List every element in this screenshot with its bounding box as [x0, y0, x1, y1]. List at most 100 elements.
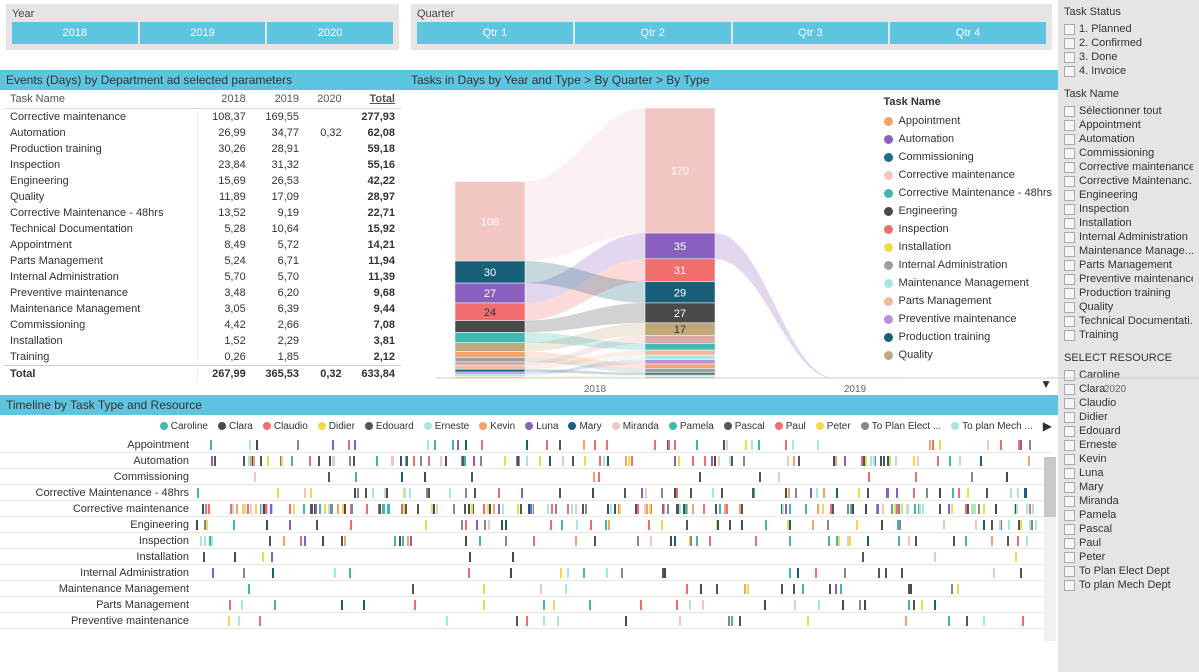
year-btn-2018[interactable]: 2018	[12, 22, 138, 44]
legend-dot-icon	[525, 422, 533, 430]
table-row[interactable]: Appointment8,495,7214,21	[4, 237, 401, 253]
sankey-chart[interactable]: 1083027241703531292717 Task Name Appoint…	[405, 90, 1058, 395]
legend-item[interactable]: Quality	[884, 346, 1052, 364]
task-status-item[interactable]: 4. Invoice	[1064, 64, 1193, 78]
quarter-btn-qtr1[interactable]: Qtr 1	[417, 22, 573, 44]
resource-item[interactable]: Pascal	[1064, 522, 1193, 536]
resource-item[interactable]: Luna	[1064, 466, 1193, 480]
table-row[interactable]: Technical Documentation5,2810,6415,92	[4, 221, 401, 237]
timeline-legend-item[interactable]: Didier	[318, 421, 355, 432]
legend-item[interactable]: Internal Administration	[884, 256, 1052, 274]
quarter-btn-qtr4[interactable]: Qtr 4	[890, 22, 1046, 44]
checkbox-icon	[1064, 510, 1075, 521]
timeline-legend-item[interactable]: Claudio	[263, 421, 308, 432]
legend-item[interactable]: Commissioning	[884, 148, 1052, 166]
timeline-row[interactable]: Automation	[0, 453, 1052, 469]
legend-item[interactable]: Preventive maintenance	[884, 310, 1052, 328]
timeline-row[interactable]: Commissioning	[0, 469, 1052, 485]
legend-item[interactable]: Appointment	[884, 112, 1052, 130]
timeline-legend-item[interactable]: Edouard	[365, 421, 414, 432]
legend-item[interactable]: Parts Management	[884, 292, 1052, 310]
timeline-row[interactable]: Corrective maintenance	[0, 501, 1052, 517]
timeline-row[interactable]: Maintenance Management	[0, 581, 1052, 597]
table-row[interactable]: Corrective maintenance108,37169,55277,93	[4, 109, 401, 126]
timeline-legend-item[interactable]: Kevin	[479, 421, 515, 432]
legend-item[interactable]: Engineering	[884, 202, 1052, 220]
resource-item[interactable]: Paul	[1064, 536, 1193, 550]
timeline-legend-item[interactable]: Pamela	[669, 421, 714, 432]
table-row[interactable]: Commissioning4,422,667,08	[4, 317, 401, 333]
legend-item[interactable]: Automation	[884, 130, 1052, 148]
timeline-legend-item[interactable]: Caroline	[160, 421, 208, 432]
timeline-row[interactable]: Preventive maintenance	[0, 613, 1052, 629]
timeline-row-label: Corrective maintenance	[0, 503, 195, 515]
table-row[interactable]: Maintenance Management3,056,399,44	[4, 301, 401, 317]
table-row[interactable]: Quality11,8917,0928,97	[4, 189, 401, 205]
resource-item[interactable]: Pamela	[1064, 508, 1193, 522]
timeline-legend-item[interactable]: Paul	[775, 421, 806, 432]
resource-item[interactable]: Erneste	[1064, 438, 1193, 452]
resource-item[interactable]: Peter	[1064, 550, 1193, 564]
timeline-legend-item[interactable]: Luna	[525, 421, 558, 432]
timeline-row[interactable]: Internal Administration	[0, 565, 1052, 581]
resource-item[interactable]: Mary	[1064, 480, 1193, 494]
resource-item[interactable]: Kevin	[1064, 452, 1193, 466]
chevron-down-icon[interactable]: ▼	[1040, 377, 1052, 391]
year-btn-2020[interactable]: 2020	[267, 22, 393, 44]
legend-item[interactable]: Maintenance Management	[884, 274, 1052, 292]
timeline-chart[interactable]: AppointmentAutomation Commissioning Correc…	[0, 437, 1058, 645]
timeline-row[interactable]: Inspection	[0, 533, 1052, 549]
timeline-scrollbar[interactable]	[1044, 457, 1056, 641]
legend-item[interactable]: Inspection	[884, 220, 1052, 238]
table-row[interactable]: Internal Administration5,705,7011,39	[4, 269, 401, 285]
task-status-item[interactable]: 1. Planned	[1064, 22, 1193, 36]
table-row[interactable]: Production training30,2628,9159,18	[4, 141, 401, 157]
timeline-row[interactable]: Engineering	[0, 517, 1052, 533]
legend-item[interactable]: Corrective Maintenance - 48hrs	[884, 184, 1052, 202]
legend-dot-icon	[884, 189, 893, 198]
timeline-legend-item[interactable]: Clara	[218, 421, 253, 432]
table-header[interactable]: 2020	[305, 90, 348, 109]
table-row[interactable]: Automation26,9934,770,3262,08	[4, 125, 401, 141]
legend-next-icon[interactable]: ▶	[1043, 419, 1052, 433]
timeline-row-label: Preventive maintenance	[0, 615, 195, 627]
timeline-legend-item[interactable]: To Plan Elect ...	[861, 421, 941, 432]
table-header[interactable]: Total	[348, 90, 401, 109]
checkbox-icon	[1064, 440, 1075, 451]
table-row[interactable]: Training0,261,852,12	[4, 349, 401, 366]
quarter-btn-qtr2[interactable]: Qtr 2	[575, 22, 731, 44]
table-row[interactable]: Inspection23,8431,3255,16	[4, 157, 401, 173]
timeline-legend-item[interactable]: Peter	[816, 421, 851, 432]
resource-item[interactable]: To plan Mech Dept	[1064, 578, 1193, 592]
resource-item[interactable]: Edouard	[1064, 424, 1193, 438]
timeline-legend-item[interactable]: To plan Mech ...	[951, 421, 1033, 432]
resource-item[interactable]: Didier	[1064, 410, 1193, 424]
timeline-legend-item[interactable]: Miranda	[612, 421, 659, 432]
legend-dot-icon	[775, 422, 783, 430]
timeline-row[interactable]: Appointment	[0, 437, 1052, 453]
timeline-row[interactable]: Parts Management	[0, 597, 1052, 613]
table-row[interactable]: Parts Management5,246,7111,94	[4, 253, 401, 269]
timeline-legend-item[interactable]: Mary	[568, 421, 601, 432]
resource-item[interactable]: To Plan Elect Dept	[1064, 564, 1193, 578]
timeline-row[interactable]: Installation	[0, 549, 1052, 565]
table-row[interactable]: Preventive maintenance3,486,209,68	[4, 285, 401, 301]
timeline-row-label: Commissioning	[0, 471, 195, 483]
table-row[interactable]: Engineering15,6926,5342,22	[4, 173, 401, 189]
task-status-item[interactable]: 2. Confirmed	[1064, 36, 1193, 50]
timeline-legend-item[interactable]: Erneste	[424, 421, 469, 432]
task-status-item[interactable]: 3. Done	[1064, 50, 1193, 64]
table-header[interactable]: 2018	[198, 90, 252, 109]
quarter-btn-qtr3[interactable]: Qtr 3	[733, 22, 889, 44]
year-btn-2019[interactable]: 2019	[140, 22, 266, 44]
table-row[interactable]: Installation1,522,293,81	[4, 333, 401, 349]
timeline-row[interactable]: Corrective Maintenance - 48hrs	[0, 485, 1052, 501]
table-row[interactable]: Corrective Maintenance - 48hrs13,529,192…	[4, 205, 401, 221]
timeline-legend-item[interactable]: Pascal	[724, 421, 765, 432]
legend-item[interactable]: Installation	[884, 238, 1052, 256]
resource-item[interactable]: Miranda	[1064, 494, 1193, 508]
table-header[interactable]: 2019	[252, 90, 305, 109]
table-header[interactable]: Task Name	[4, 90, 198, 109]
legend-item[interactable]: Corrective maintenance	[884, 166, 1052, 184]
legend-item[interactable]: Production training	[884, 328, 1052, 346]
